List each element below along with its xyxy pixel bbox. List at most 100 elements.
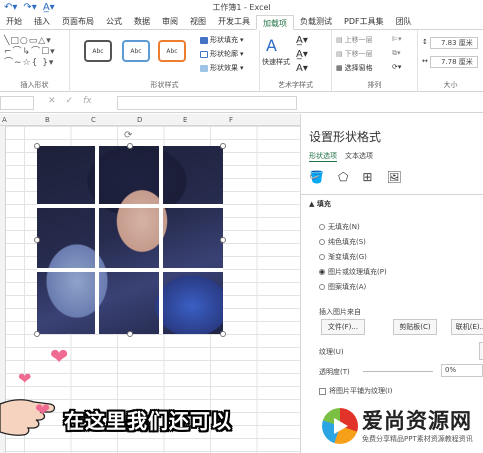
tile-checkbox[interactable]: 将图片平铺为纹理(I) — [319, 386, 393, 396]
resize-handle[interactable] — [220, 331, 226, 337]
fill-option-label: 无填充(N) — [328, 223, 360, 231]
fill-line-icon[interactable]: 🪣 — [309, 170, 324, 184]
insert-function-icon[interactable]: fx — [83, 96, 92, 106]
fill-section-header[interactable]: ▲ 填充 — [309, 199, 331, 209]
transparency-label: 透明度(T) — [319, 368, 350, 376]
watermark-subtitle: 免费分享精品PPT素材资源教程资讯 — [362, 435, 473, 443]
height-input[interactable]: 7.83 厘米 — [430, 37, 478, 49]
transparency-input[interactable]: 0% — [441, 364, 483, 377]
bring-forward-button[interactable]: ▤ 上移一层 — [336, 35, 373, 45]
tab-11[interactable]: 团队 — [390, 14, 418, 29]
fill-option-0[interactable]: 无填充(N) — [319, 222, 360, 232]
send-backward-label: 下移一层 — [344, 50, 373, 58]
heart-icon: ❤ — [18, 369, 32, 388]
quick-styles-icon[interactable]: A — [266, 36, 277, 55]
radio-button — [319, 239, 325, 245]
column-header-b[interactable]: B — [45, 114, 50, 126]
fill-option-1[interactable]: 纯色填充(S) — [319, 237, 366, 247]
resize-handle[interactable] — [34, 331, 40, 337]
picture-icon[interactable]: 🖼 — [386, 170, 401, 184]
column-header-f[interactable]: F — [229, 114, 233, 126]
shapes-gallery[interactable]: ╲□○▭△▾ ⌐⌒↳⌒☐▾ ⌒∼☆{ }▾ — [4, 36, 56, 69]
group-label-insert-shapes: 插入形状 — [20, 81, 49, 89]
column-header-c[interactable]: C — [91, 114, 96, 126]
align-icon[interactable]: ⊫▾ — [392, 35, 402, 43]
transparency-slider[interactable] — [363, 371, 433, 372]
resize-handle[interactable] — [34, 143, 40, 149]
online-button[interactable]: 联机(E)... — [451, 319, 483, 335]
rotate-handle-icon[interactable]: ⟳ — [124, 130, 132, 141]
shape-fill-button[interactable]: 形状填充 ▾ — [200, 35, 244, 45]
width-input[interactable]: 7.78 厘米 — [430, 56, 478, 68]
tab-9[interactable]: 负载测试 — [294, 14, 338, 29]
tab-0[interactable]: 开始 — [0, 14, 28, 29]
style-sample-1[interactable]: Abc — [84, 40, 112, 62]
resize-handle[interactable] — [220, 237, 226, 243]
tab-10[interactable]: PDF工具集 — [338, 14, 390, 29]
send-backward-icon: ▤ — [336, 50, 343, 58]
tab-text-options[interactable]: 文本选项 — [345, 151, 373, 162]
rotate-icon[interactable]: ⟳▾ — [392, 63, 401, 71]
fill-option-label: 渐变填充(G) — [328, 253, 367, 261]
tab-4[interactable]: 数据 — [128, 14, 156, 29]
effects-icon[interactable]: ⬠ — [338, 170, 348, 184]
fill-option-label: 图片或纹理填充(P) — [328, 268, 387, 276]
send-backward-button[interactable]: ▤ 下移一层 — [336, 49, 373, 59]
quick-styles-button[interactable]: 快速样式 — [262, 57, 290, 67]
column-header-d[interactable]: D — [137, 114, 142, 126]
resize-handle[interactable] — [220, 143, 226, 149]
portrait-picture[interactable] — [37, 146, 223, 334]
text-effects-icon[interactable]: A▾ — [296, 63, 308, 74]
shape-effects-button[interactable]: 形状效果 ▾ — [200, 63, 244, 73]
file-button[interactable]: 文件(F)... — [321, 319, 365, 335]
tile-checkbox-label: 将图片平铺为纹理(I) — [329, 387, 393, 395]
pane-title: 设置形状格式 — [309, 130, 382, 144]
shape-outline-button[interactable]: 形状轮廓 ▾ — [200, 49, 244, 59]
tab-2[interactable]: 页面布局 — [56, 14, 100, 29]
fill-option-4[interactable]: 图案填充(A) — [319, 282, 366, 292]
shape-outline-label: 形状轮廓 — [210, 50, 238, 58]
clipboard-button[interactable]: 剪贴板(C) — [393, 319, 437, 335]
pane-tabs: 形状选项 文本选项 — [309, 151, 373, 162]
tab-8[interactable]: 加载项 — [256, 15, 294, 30]
cancel-icon[interactable]: ✕ — [48, 96, 56, 106]
tab-5[interactable]: 审阅 — [156, 14, 184, 29]
texture-label: 纹理(U) — [319, 348, 344, 356]
style-sample-2[interactable]: Abc — [122, 40, 150, 62]
resize-handle[interactable] — [127, 331, 133, 337]
style-sample-3[interactable]: Abc — [158, 40, 186, 62]
tab-7[interactable]: 开发工具 — [212, 14, 256, 29]
fill-option-label: 图案填充(A) — [328, 283, 367, 291]
formula-buttons: ✕ ✓ fx — [48, 96, 92, 106]
hand-illustration — [0, 399, 56, 436]
tab-1[interactable]: 插入 — [28, 14, 56, 29]
resize-handle[interactable] — [127, 143, 133, 149]
shape-effects-label: 形状效果 — [210, 64, 238, 72]
pane-category-icons: 🪣 ⬠ ⊞ 🖼 — [309, 170, 402, 184]
fill-option-2[interactable]: 渐变填充(G) — [319, 252, 367, 262]
video-caption: 在这里我们还可以 — [64, 409, 232, 433]
tab-6[interactable]: 视图 — [184, 14, 212, 29]
resize-handle[interactable] — [34, 237, 40, 243]
ribbon: ╲□○▭△▾ ⌐⌒↳⌒☐▾ ⌒∼☆{ }▾ 插入形状 Abc Abc Abc 形状填… — [0, 30, 483, 92]
selection-pane-label: 选择窗格 — [344, 64, 373, 72]
texture-picker[interactable] — [479, 342, 483, 360]
tab-3[interactable]: 公式 — [100, 14, 128, 29]
name-box[interactable] — [0, 96, 34, 110]
confirm-icon[interactable]: ✓ — [66, 96, 74, 106]
column-header-e[interactable]: E — [183, 114, 187, 126]
text-fill-icon[interactable]: A̲▾ — [296, 35, 308, 46]
formula-input[interactable] — [117, 96, 297, 110]
column-header-a[interactable]: A — [2, 114, 7, 126]
heart-icon: ❤ — [35, 400, 51, 421]
group-icon[interactable]: ⧉▾ — [392, 49, 401, 58]
text-outline-icon[interactable]: A̲▾ — [296, 49, 308, 60]
tab-shape-options[interactable]: 形状选项 — [309, 151, 337, 162]
excel-window: ↶▾ ↷▾ A̲▾ 工作簿1 - Excel 开始 插入 页面布局 公式 数据 审阅 视图开… — [0, 0, 483, 453]
fill-option-label: 纯色填充(S) — [328, 238, 366, 246]
shape-fill-label: 形状填充 — [210, 36, 238, 44]
fill-option-3[interactable]: 图片或纹理填充(P) — [319, 267, 387, 277]
radio-button — [319, 284, 325, 290]
size-properties-icon[interactable]: ⊞ — [362, 170, 372, 184]
selection-pane-button[interactable]: ▦ 选择窗格 — [336, 63, 373, 73]
